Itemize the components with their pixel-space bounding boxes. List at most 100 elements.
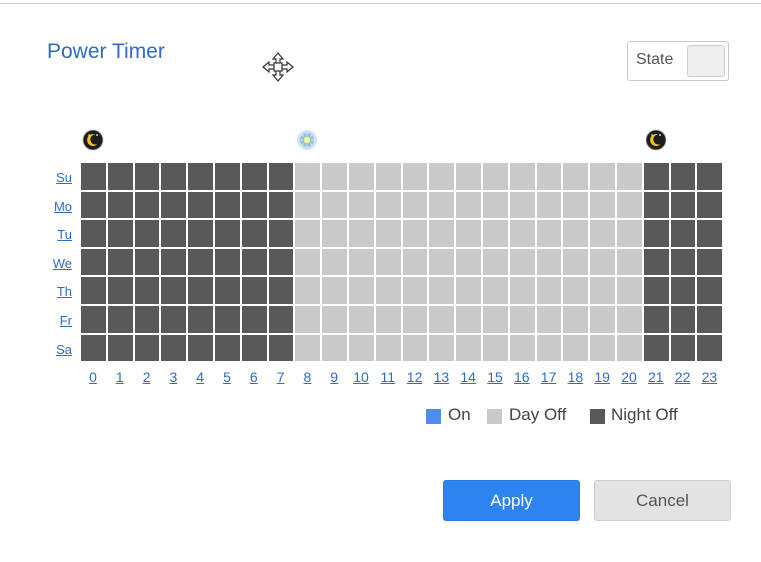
- schedule-cell-sa-16[interactable]: [509, 334, 535, 362]
- schedule-cell-fr-23[interactable]: [697, 305, 723, 333]
- schedule-cell-mo-12[interactable]: [402, 191, 428, 219]
- schedule-cell-tu-23[interactable]: [697, 220, 723, 247]
- schedule-cell-th-18[interactable]: [563, 277, 589, 304]
- schedule-cell-mo-22[interactable]: [670, 191, 696, 219]
- hour-link-0[interactable]: 0: [81, 369, 105, 385]
- hour-link-6[interactable]: 6: [242, 369, 266, 385]
- hour-link-8[interactable]: 8: [295, 369, 319, 385]
- hour-link-11[interactable]: 11: [376, 369, 400, 385]
- schedule-cell-tu-19[interactable]: [590, 220, 615, 247]
- hour-link-22[interactable]: 22: [671, 369, 695, 385]
- schedule-cell-sa-0[interactable]: [81, 334, 106, 362]
- schedule-cell-mo-11[interactable]: [375, 191, 401, 219]
- schedule-cell-fr-8[interactable]: [295, 305, 321, 333]
- schedule-cell-su-18[interactable]: [563, 163, 589, 190]
- state-toggle-knob[interactable]: [687, 45, 725, 77]
- schedule-cell-we-0[interactable]: [81, 248, 106, 276]
- hour-link-2[interactable]: 2: [135, 369, 159, 385]
- hour-link-15[interactable]: 15: [483, 369, 507, 385]
- schedule-cell-sa-3[interactable]: [161, 334, 187, 362]
- schedule-cell-th-21[interactable]: [643, 277, 669, 304]
- schedule-cell-we-23[interactable]: [697, 248, 723, 276]
- schedule-cell-su-15[interactable]: [482, 163, 508, 190]
- day-link-fr[interactable]: Fr: [44, 313, 72, 328]
- schedule-cell-sa-12[interactable]: [402, 334, 428, 362]
- schedule-cell-fr-20[interactable]: [616, 305, 642, 333]
- schedule-cell-su-22[interactable]: [670, 163, 696, 190]
- schedule-cell-we-12[interactable]: [402, 248, 428, 276]
- schedule-cell-we-4[interactable]: [188, 248, 213, 276]
- cancel-button[interactable]: Cancel: [594, 480, 731, 521]
- schedule-cell-su-7[interactable]: [268, 163, 294, 190]
- schedule-cell-we-13[interactable]: [429, 248, 455, 276]
- schedule-cell-mo-10[interactable]: [348, 191, 374, 219]
- schedule-cell-we-15[interactable]: [482, 248, 508, 276]
- schedule-cell-mo-23[interactable]: [697, 191, 723, 219]
- hour-link-20[interactable]: 20: [617, 369, 641, 385]
- schedule-cell-su-21[interactable]: [643, 163, 669, 190]
- schedule-cell-tu-1[interactable]: [107, 220, 133, 247]
- schedule-cell-mo-2[interactable]: [134, 191, 160, 219]
- schedule-cell-mo-0[interactable]: [81, 191, 106, 219]
- schedule-cell-tu-0[interactable]: [81, 220, 106, 247]
- schedule-cell-tu-2[interactable]: [134, 220, 160, 247]
- schedule-cell-th-10[interactable]: [348, 277, 374, 304]
- schedule-cell-fr-19[interactable]: [590, 305, 615, 333]
- schedule-cell-th-17[interactable]: [536, 277, 562, 304]
- apply-button[interactable]: Apply: [443, 480, 580, 521]
- hour-link-12[interactable]: 12: [403, 369, 427, 385]
- schedule-cell-we-7[interactable]: [268, 248, 294, 276]
- state-toggle[interactable]: State: [627, 41, 729, 81]
- schedule-cell-fr-0[interactable]: [81, 305, 106, 333]
- schedule-cell-su-3[interactable]: [161, 163, 187, 190]
- schedule-cell-tu-11[interactable]: [375, 220, 401, 247]
- schedule-cell-fr-6[interactable]: [241, 305, 267, 333]
- schedule-cell-tu-21[interactable]: [643, 220, 669, 247]
- schedule-cell-mo-15[interactable]: [482, 191, 508, 219]
- schedule-cell-sa-15[interactable]: [482, 334, 508, 362]
- schedule-cell-fr-15[interactable]: [482, 305, 508, 333]
- schedule-cell-we-16[interactable]: [509, 248, 535, 276]
- schedule-cell-we-17[interactable]: [536, 248, 562, 276]
- schedule-cell-tu-18[interactable]: [563, 220, 589, 247]
- schedule-cell-su-13[interactable]: [429, 163, 455, 190]
- schedule-cell-su-4[interactable]: [188, 163, 213, 190]
- schedule-cell-we-22[interactable]: [670, 248, 696, 276]
- hour-link-5[interactable]: 5: [215, 369, 239, 385]
- schedule-cell-su-8[interactable]: [295, 163, 321, 190]
- schedule-cell-mo-17[interactable]: [536, 191, 562, 219]
- schedule-cell-mo-1[interactable]: [107, 191, 133, 219]
- schedule-cell-sa-22[interactable]: [670, 334, 696, 362]
- schedule-cell-mo-8[interactable]: [295, 191, 321, 219]
- schedule-cell-th-13[interactable]: [429, 277, 455, 304]
- schedule-cell-we-2[interactable]: [134, 248, 160, 276]
- schedule-cell-fr-9[interactable]: [322, 305, 347, 333]
- schedule-cell-we-11[interactable]: [375, 248, 401, 276]
- schedule-cell-th-11[interactable]: [375, 277, 401, 304]
- schedule-cell-sa-1[interactable]: [107, 334, 133, 362]
- day-link-tu[interactable]: Tu: [44, 227, 72, 242]
- schedule-cell-th-5[interactable]: [214, 277, 240, 304]
- schedule-cell-tu-15[interactable]: [482, 220, 508, 247]
- schedule-cell-su-10[interactable]: [348, 163, 374, 190]
- schedule-cell-su-5[interactable]: [214, 163, 240, 190]
- schedule-cell-mo-16[interactable]: [509, 191, 535, 219]
- day-link-th[interactable]: Th: [44, 284, 72, 299]
- schedule-cell-tu-5[interactable]: [214, 220, 240, 247]
- schedule-cell-th-12[interactable]: [402, 277, 428, 304]
- schedule-cell-fr-16[interactable]: [509, 305, 535, 333]
- schedule-cell-th-7[interactable]: [268, 277, 294, 304]
- schedule-cell-fr-22[interactable]: [670, 305, 696, 333]
- schedule-cell-th-20[interactable]: [616, 277, 642, 304]
- schedule-cell-sa-19[interactable]: [590, 334, 615, 362]
- schedule-cell-tu-22[interactable]: [670, 220, 696, 247]
- schedule-cell-tu-9[interactable]: [322, 220, 347, 247]
- schedule-cell-sa-23[interactable]: [697, 334, 723, 362]
- hour-link-9[interactable]: 9: [322, 369, 346, 385]
- schedule-cell-mo-4[interactable]: [188, 191, 213, 219]
- hour-link-3[interactable]: 3: [161, 369, 185, 385]
- schedule-cell-we-19[interactable]: [590, 248, 615, 276]
- schedule-cell-tu-20[interactable]: [616, 220, 642, 247]
- schedule-cell-su-17[interactable]: [536, 163, 562, 190]
- schedule-cell-tu-12[interactable]: [402, 220, 428, 247]
